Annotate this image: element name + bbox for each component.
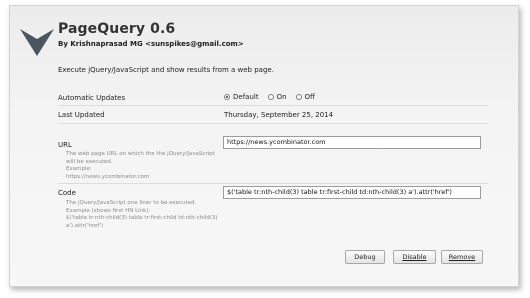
divider <box>58 105 488 106</box>
addon-description: Execute jQuery/JavaScript and show resul… <box>58 66 274 74</box>
disable-button[interactable]: Disable <box>393 250 436 264</box>
radio-label: On <box>276 93 287 101</box>
code-help-text: The jQuery/JavaScript one liner to be ex… <box>66 200 218 229</box>
url-help-text: The web page URL on which the the jQuery… <box>66 151 215 180</box>
radio-label: Default <box>233 93 259 101</box>
last-updated-value: Thursday, September 25, 2014 <box>224 111 334 119</box>
remove-button[interactable]: Remove <box>441 250 483 264</box>
addon-author: By Krishnaprasad MG <sunspikes@gmail.com… <box>58 40 244 48</box>
code-label: Code <box>58 189 76 197</box>
auto-updates-off-radio[interactable]: Off <box>295 93 315 101</box>
radio-unselected-icon <box>267 94 274 100</box>
radio-unselected-icon <box>295 94 302 100</box>
last-updated-label: Last Updated <box>58 111 105 119</box>
auto-updates-default-radio[interactable]: Default <box>224 93 259 101</box>
addon-title: PageQuery 0.6 <box>58 21 176 37</box>
code-input[interactable]: $('table tr:nth-child(3) table tr:first-… <box>223 186 481 199</box>
url-label: URL <box>58 141 72 149</box>
debug-button[interactable]: Debug <box>345 250 385 264</box>
divider <box>58 123 488 124</box>
auto-updates-radio-group: Default On Off <box>224 93 324 101</box>
pagequery-logo-icon <box>20 29 54 56</box>
radio-label: Off <box>304 93 315 101</box>
auto-updates-label: Automatic Updates <box>58 94 126 102</box>
url-input[interactable]: https://news.ycombinator.com <box>223 136 481 149</box>
radio-selected-icon <box>224 94 230 100</box>
divider <box>58 183 488 184</box>
auto-updates-on-radio[interactable]: On <box>267 93 287 101</box>
